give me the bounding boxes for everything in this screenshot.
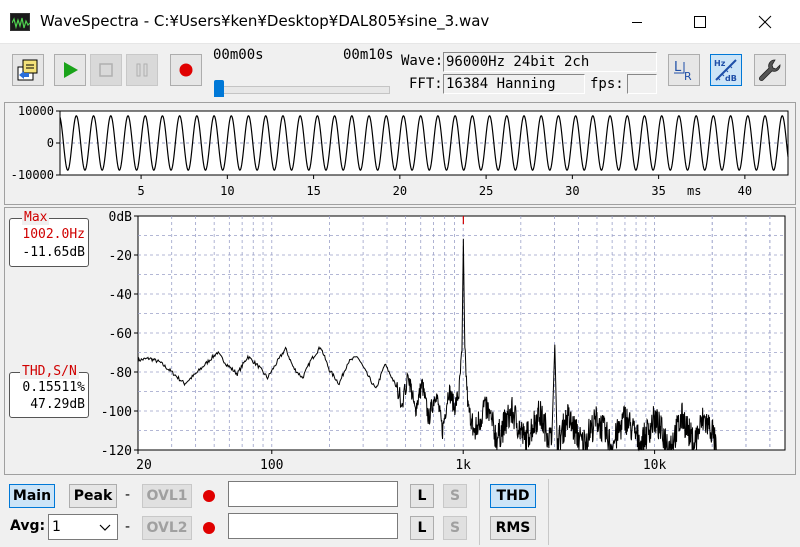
waveform-x-tick-label: 15	[306, 184, 320, 198]
peak-button[interactable]: Peak	[69, 484, 117, 508]
thd-sn-readout: THD,S/N 0.15511% 47.29dB	[9, 364, 89, 418]
spectrum-x-tick-label: 100	[260, 458, 283, 473]
averaging-select[interactable]: 1	[48, 514, 118, 540]
fft-label: FFT:	[409, 76, 443, 92]
waveform-y-tick-label: -10000	[11, 168, 54, 182]
record-overlay2-icon[interactable]	[203, 522, 215, 534]
max-readout-title: Max	[22, 210, 50, 225]
svg-text:Hz: Hz	[714, 59, 726, 68]
averaging-select-value: 1	[52, 519, 61, 535]
spectrum-y-tick-label: -20	[109, 249, 132, 264]
hz-db-scale-icon: Hz dB	[714, 59, 737, 83]
save-overlay2-button[interactable]: S	[443, 516, 467, 540]
overlay1-name-field[interactable]	[228, 481, 398, 507]
playback-position-thumb[interactable]	[214, 80, 224, 97]
minimize-button[interactable]	[614, 0, 660, 44]
sn-value: 47.29dB	[30, 397, 85, 412]
maximize-icon	[694, 16, 706, 28]
waveform-y-tick-label: 10000	[18, 104, 54, 118]
fft-field: 16384 Hanning	[443, 74, 585, 94]
record-icon	[179, 63, 193, 77]
record-button[interactable]	[170, 54, 202, 86]
waveform-x-tick-label: 25	[479, 184, 493, 198]
divider	[479, 479, 480, 545]
close-button[interactable]	[742, 0, 788, 44]
wave-format-field: 96000Hz 24bit 2ch	[443, 52, 657, 72]
play-button[interactable]	[54, 54, 86, 86]
wrench-icon	[759, 59, 781, 81]
spectrum-plot: 0dB -20 -40 -60 -80 -100 -120 20 100 1k 10k	[101, 210, 786, 473]
svg-text:R: R	[684, 70, 692, 83]
channel-lr-button[interactable]: L R	[668, 54, 700, 86]
wavespectra-app-icon	[10, 13, 30, 31]
window-title: WaveSpectra - C:¥Users¥ken¥Desktop¥DAL80…	[40, 12, 490, 30]
waveform-plot: 10000 0 -10000 5 10 15 20 25 30 35 40 ms	[11, 104, 789, 198]
spectrum-x-tick-label: 20	[136, 458, 152, 473]
spectrum-y-tick-label: -60	[109, 327, 132, 342]
play-icon	[64, 62, 78, 78]
overlay2-name-field[interactable]	[228, 513, 398, 539]
settings-button[interactable]	[754, 54, 786, 86]
spectrum-y-tick-label: 0dB	[109, 210, 133, 225]
averaging-label: Avg:	[10, 518, 46, 534]
waveform-x-tick-label: 20	[393, 184, 407, 198]
waveform-x-tick-label: 30	[565, 184, 579, 198]
waveform-y-tick-label: 0	[47, 136, 54, 150]
rms-button[interactable]: RMS	[490, 516, 536, 540]
spectrum-y-tick-label: -120	[101, 444, 132, 459]
svg-text:dB: dB	[725, 74, 737, 83]
record-overlay1-icon[interactable]	[203, 490, 215, 502]
spectrum-y-tick-label: -100	[101, 405, 132, 420]
waveform-x-tick-label: 10	[220, 184, 234, 198]
max-level-value: -11.65dB	[22, 245, 85, 260]
spectrum-y-tick-label: -40	[109, 288, 132, 303]
minimize-icon	[632, 22, 642, 23]
thd-value: 0.15511%	[22, 380, 85, 395]
spectrum-y-tick-label: -80	[109, 366, 132, 381]
fps-field	[627, 74, 657, 94]
frequency-scale-button[interactable]: Hz dB	[710, 54, 742, 86]
waveform-panel: 10000 0 -10000 5 10 15 20 25 30 35 40 ms	[4, 102, 796, 205]
toolbar: 00m00s 00m10s Wave: 96000Hz 24bit 2ch FF…	[0, 44, 800, 100]
save-overlay1-button[interactable]: S	[443, 484, 467, 508]
title-bar: WaveSpectra - C:¥Users¥ken¥Desktop¥DAL80…	[0, 0, 800, 44]
thd-sn-readout-title: THD,S/N	[20, 364, 79, 379]
wave-format-label: Wave:	[401, 53, 444, 69]
waveform-x-tick-label: 5	[137, 184, 144, 198]
spectrum-x-tick-label: 10k	[643, 458, 667, 473]
spectrum-panel: 0dB -20 -40 -60 -80 -100 -120 20 100 1k 10k Max 1…	[4, 207, 796, 475]
time-start-label: 00m00s	[213, 47, 264, 63]
thd-button[interactable]: THD	[490, 484, 536, 508]
main-button[interactable]: Main	[9, 484, 55, 508]
playback-position-track[interactable]	[214, 86, 390, 94]
fps-label: fps:	[590, 76, 624, 92]
dash-separator: -	[125, 487, 131, 503]
channel-lr-icon: L R	[674, 60, 692, 83]
open-file-icon	[17, 59, 38, 81]
spectrum-x-tick-label: 1k	[455, 458, 471, 473]
max-frequency-value: 1002.0Hz	[22, 227, 85, 242]
pause-icon	[136, 63, 148, 77]
maximize-button[interactable]	[677, 0, 723, 44]
load-overlay2-button[interactable]: L	[410, 516, 434, 540]
bottom-control-bar	[0, 477, 800, 547]
waveform-x-unit: ms	[687, 184, 701, 198]
dash-separator: -	[125, 519, 131, 535]
pause-button[interactable]	[126, 54, 158, 86]
close-icon	[758, 15, 772, 29]
stop-button[interactable]	[90, 54, 122, 86]
ovl1-button[interactable]: OVL1	[142, 484, 192, 508]
time-end-label: 00m10s	[343, 47, 394, 63]
load-overlay1-button[interactable]: L	[410, 484, 434, 508]
max-readout: Max 1002.0Hz -11.65dB	[9, 210, 89, 267]
ovl2-button[interactable]: OVL2	[142, 516, 192, 540]
chevron-down-icon	[99, 524, 111, 531]
waveform-x-tick-label: 40	[738, 184, 752, 198]
divider	[548, 479, 549, 545]
open-file-button[interactable]	[12, 54, 44, 86]
waveform-x-tick-label: 35	[651, 184, 665, 198]
stop-icon	[99, 63, 113, 77]
